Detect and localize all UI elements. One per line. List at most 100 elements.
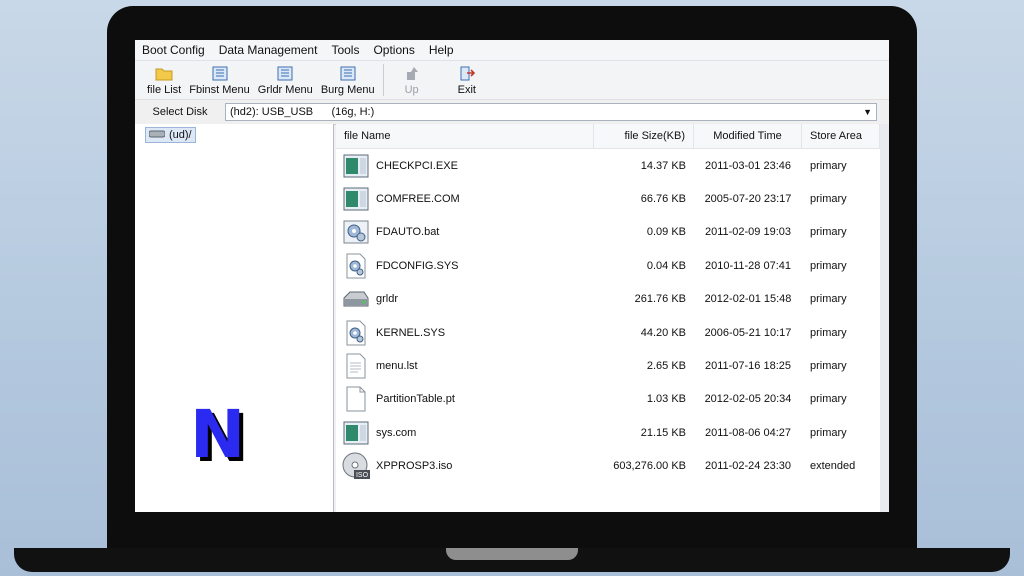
- burg-menu-label: Burg Menu: [320, 84, 375, 96]
- file-row[interactable]: grldr 261.76 KB 2012-02-01 15:48 primary: [336, 283, 880, 316]
- file-name: FDCONFIG.SYS: [376, 259, 459, 272]
- file-list: file Name file Size(KB) Modified Time St…: [336, 124, 880, 512]
- file-row[interactable]: FDCONFIG.SYS 0.04 KB 2010-11-28 07:41 prima…: [336, 249, 880, 282]
- file-list-header: file Name file Size(KB) Modified Time St…: [336, 124, 880, 149]
- file-store-area: primary: [810, 259, 847, 272]
- file-size: 44.20 KB: [640, 326, 686, 339]
- menu-data-management[interactable]: Data Management: [212, 40, 325, 60]
- file-row[interactable]: ISO XPPROSP3.iso 603,276.00 KB 2011-02-24 2…: [336, 450, 880, 483]
- file-name: PartitionTable.pt: [376, 393, 455, 406]
- n-logo: N: [190, 396, 246, 473]
- file-modified-time: 2011-03-01 23:46: [704, 159, 792, 172]
- column-header-size[interactable]: file Size(KB): [594, 124, 694, 148]
- disk-selector-row: Select Disk (hd2): USB_USB (16g, H:) ▼: [135, 100, 889, 125]
- file-size: 21.15 KB: [640, 426, 686, 439]
- file-name-cell: KERNEL.SYS: [336, 319, 594, 347]
- grldr-menu-button[interactable]: Grldr Menu: [254, 65, 317, 99]
- up-button[interactable]: Up: [400, 65, 424, 99]
- file-row[interactable]: menu.lst 2.65 KB 2011-07-16 18:25 primary: [336, 349, 880, 382]
- column-header-area[interactable]: Store Area: [802, 124, 880, 148]
- disk-dropdown[interactable]: (hd2): USB_USB (16g, H:) ▼: [225, 103, 877, 121]
- toolbar-separator: [382, 64, 384, 96]
- file-list-button[interactable]: file List: [143, 65, 185, 99]
- up-label: Up: [404, 84, 419, 96]
- file-row[interactable]: sys.com 21.15 KB 2011-08-06 04:27 primary: [336, 416, 880, 449]
- file-store-area: primary: [810, 360, 847, 373]
- file-row[interactable]: COMFREE.COM 66.76 KB 2005-07-20 23:17 prima…: [336, 182, 880, 215]
- file-row[interactable]: KERNEL.SYS 44.20 KB 2006-05-21 10:17 primar…: [336, 316, 880, 349]
- file-size: 1.03 KB: [646, 393, 686, 406]
- file-name: CHECKPCI.EXE: [376, 159, 458, 172]
- exe-icon: [342, 419, 370, 447]
- exit-door-icon: [459, 65, 475, 81]
- file-name: KERNEL.SYS: [376, 326, 446, 339]
- file-size: 66.76 KB: [640, 193, 686, 206]
- usb-drive-icon: [148, 129, 166, 141]
- file-name-cell: COMFREE.COM: [336, 185, 594, 213]
- file-store-area: primary: [810, 426, 847, 439]
- file-store-area: primary: [810, 159, 847, 172]
- file-name: menu.lst: [376, 360, 418, 373]
- file-list-label: file List: [147, 84, 182, 96]
- exe-icon: [342, 152, 370, 180]
- tree-root-label: (ud)/: [169, 129, 192, 141]
- file-modified-time: 2006-05-21 10:17: [704, 326, 792, 339]
- file-modified-time: 2012-02-01 15:48: [704, 293, 792, 306]
- file-size: 603,276.00 KB: [613, 460, 686, 473]
- text-file-icon: [342, 352, 370, 380]
- file-name: XPPROSP3.iso: [376, 460, 453, 473]
- file-size: 0.09 KB: [646, 226, 686, 239]
- fbinst-menu-label: Fbinst Menu: [189, 84, 250, 96]
- menu-boot-config[interactable]: Boot Config: [135, 40, 212, 60]
- file-store-area: extended: [810, 460, 856, 473]
- file-size: 0.04 KB: [646, 259, 686, 272]
- system-gear-icon: [342, 252, 370, 280]
- file-row[interactable]: PartitionTable.pt 1.03 KB 2012-02-05 20:34…: [336, 383, 880, 416]
- file-size: 261.76 KB: [634, 293, 686, 306]
- menu-list-icon: [212, 65, 228, 81]
- menu-tools[interactable]: Tools: [324, 40, 366, 60]
- folder-tree: (ud)/ N: [135, 124, 334, 512]
- system-gear-icon: [342, 319, 370, 347]
- column-header-name[interactable]: file Name: [336, 124, 594, 148]
- toolbar: file List Fbinst Menu Grldr Menu Burg Me…: [135, 61, 889, 100]
- menu-list-icon: [277, 65, 293, 81]
- disk-dropdown-value: (hd2): USB_USB (16g, H:): [230, 106, 375, 118]
- file-name: sys.com: [376, 426, 417, 439]
- select-disk-label: Select Disk: [152, 106, 208, 118]
- file-name: FDAUTO.bat: [376, 226, 440, 239]
- blank-file-icon: [342, 385, 370, 413]
- exit-label: Exit: [457, 84, 476, 96]
- main-panes: (ud)/ N file Name file Size(KB) Modified…: [135, 124, 889, 512]
- file-store-area: primary: [810, 193, 847, 206]
- burg-menu-button[interactable]: Burg Menu: [317, 65, 379, 99]
- laptop-notch: [446, 548, 578, 560]
- file-size: 14.37 KB: [640, 159, 686, 172]
- file-name: COMFREE.COM: [376, 193, 460, 206]
- file-row[interactable]: FDAUTO.bat 0.09 KB 2011-02-09 19:03 primary: [336, 216, 880, 249]
- file-size: 2.65 KB: [646, 360, 686, 373]
- file-name-cell: grldr: [336, 285, 594, 313]
- file-row[interactable]: CHECKPCI.EXE 14.37 KB 2011-03-01 23:46 prim…: [336, 149, 880, 182]
- file-store-area: primary: [810, 293, 847, 306]
- menu-options[interactable]: Options: [366, 40, 421, 60]
- column-header-time[interactable]: Modified Time: [694, 124, 802, 148]
- exit-button[interactable]: Exit: [454, 65, 480, 99]
- tree-root-item[interactable]: (ud)/: [145, 127, 196, 143]
- file-name-cell: FDAUTO.bat: [336, 218, 594, 246]
- file-store-area: primary: [810, 326, 847, 339]
- menu-list-icon: [340, 65, 356, 81]
- file-name-cell: sys.com: [336, 419, 594, 447]
- file-rows: CHECKPCI.EXE 14.37 KB 2011-03-01 23:46 prim…: [336, 149, 880, 483]
- scrollbar-track[interactable]: [880, 124, 889, 512]
- menu-help[interactable]: Help: [422, 40, 461, 60]
- menu-bar: Boot Config Data Management Tools Option…: [135, 40, 889, 61]
- file-modified-time: 2011-02-24 23:30: [704, 460, 792, 473]
- file-modified-time: 2005-07-20 23:17: [704, 193, 792, 206]
- grldr-menu-label: Grldr Menu: [257, 84, 313, 96]
- file-name-cell: PartitionTable.pt: [336, 385, 594, 413]
- drive-icon: [342, 285, 370, 313]
- app-window: Boot Config Data Management Tools Option…: [135, 40, 889, 512]
- fbinst-menu-button[interactable]: Fbinst Menu: [185, 65, 254, 99]
- dropdown-arrow-icon: ▼: [863, 107, 872, 117]
